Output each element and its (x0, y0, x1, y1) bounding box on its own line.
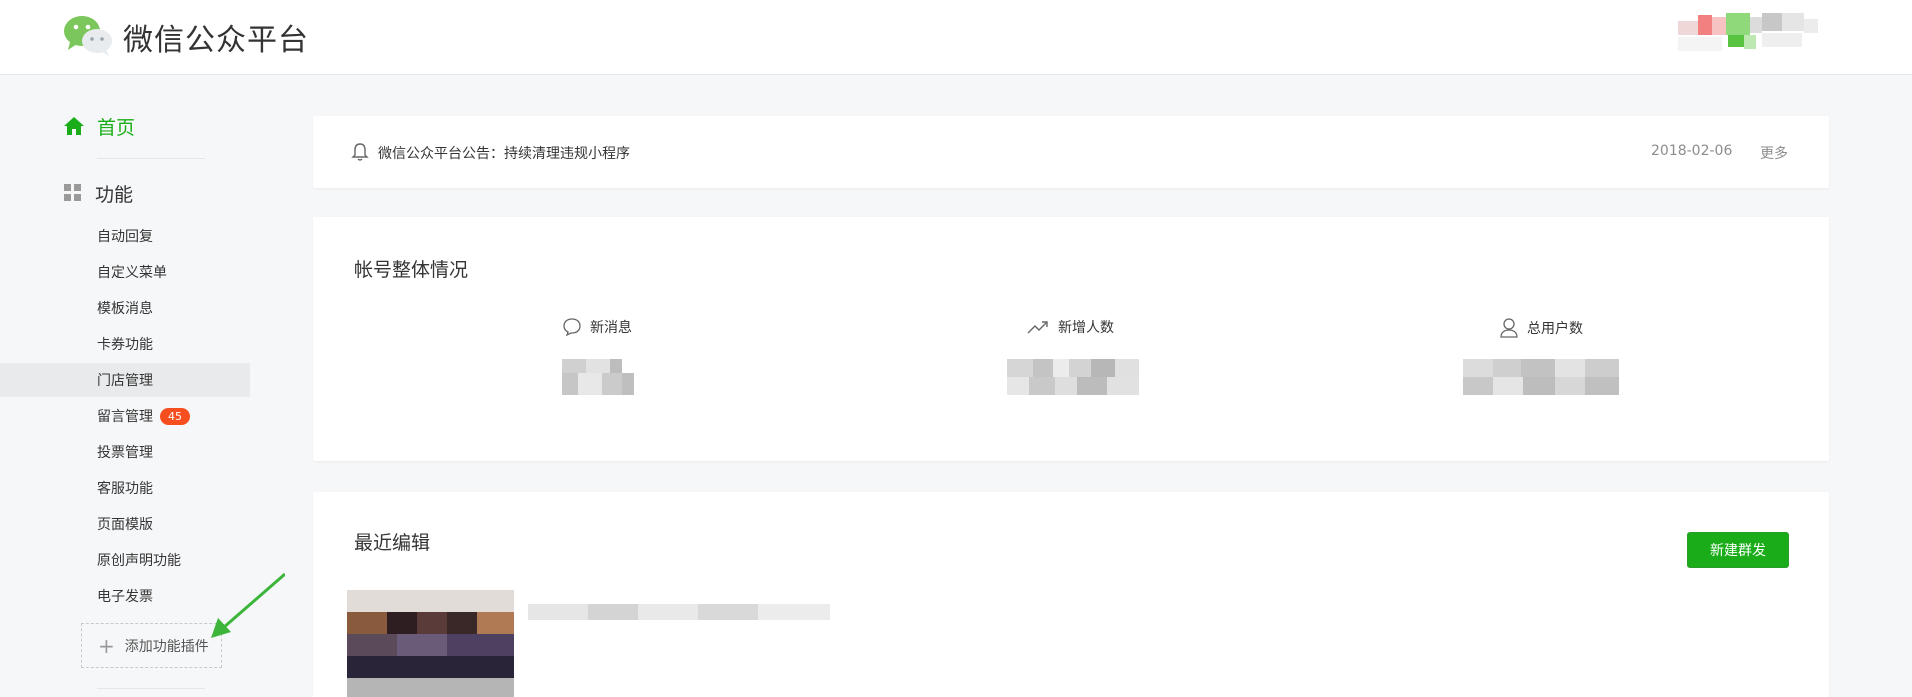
sidebar-item-label: 卡券功能 (97, 337, 153, 353)
user-icon (1500, 318, 1518, 338)
notice-date: 2018-02-06 (1651, 143, 1733, 159)
stat-label: 新增人数 (1058, 320, 1114, 336)
stat-new-followers: 新增人数 (1026, 317, 1114, 337)
stat-label: 新消息 (590, 320, 632, 336)
sidebar-item-vote-management[interactable]: 投票管理 (0, 435, 250, 469)
sidebar-item-label: 电子发票 (97, 589, 153, 605)
account-overview-card: 帐号整体情况 新消息 新增人数 总用户数 (313, 217, 1829, 461)
notice-bar: 微信公众平台公告：持续清理违规小程序 2018-02-06 更多 (313, 116, 1829, 188)
add-plugin-button[interactable]: + 添加功能插件 (81, 623, 222, 668)
sidebar-item-label: 页面模版 (97, 517, 153, 533)
stat-total-users: 总用户数 (1499, 317, 1583, 339)
stat-value-blurred (1463, 359, 1619, 397)
sidebar-item-template-message[interactable]: 模板消息 (0, 291, 250, 325)
grid-icon (64, 184, 81, 201)
annotation-arrow-icon (211, 572, 285, 638)
plus-icon: + (98, 633, 115, 658)
sidebar-item-comment-management[interactable]: 留言管理 45 (0, 399, 250, 433)
article-title-blurred[interactable] (528, 602, 830, 622)
brand-title[interactable]: 微信公众平台 (123, 15, 309, 59)
sidebar-item-auto-reply[interactable]: 自动回复 (0, 219, 250, 253)
sidebar-item-label: 客服功能 (97, 481, 153, 497)
sidebar-item-label: 模板消息 (97, 301, 153, 317)
top-bar: 微信公众平台 (0, 0, 1912, 75)
stat-value-blurred (562, 359, 634, 397)
home-icon (64, 117, 84, 135)
sidebar-item-custom-menu[interactable]: 自定义菜单 (0, 255, 250, 289)
sidebar-item-label: 自动回复 (97, 229, 153, 245)
sidebar-item-label: 自定义菜单 (97, 265, 167, 281)
sidebar-divider (97, 688, 205, 689)
stat-new-messages: 新消息 (562, 317, 632, 337)
sidebar-item-customer-service[interactable]: 客服功能 (0, 471, 250, 505)
sidebar-item-label: 首页 (97, 116, 136, 139)
more-link[interactable]: 更多 (1760, 143, 1788, 163)
account-avatar[interactable] (1678, 11, 1848, 61)
recent-edits-card: 最近编辑 新建群发 (313, 492, 1829, 697)
add-plugin-label: 添加功能插件 (124, 638, 209, 655)
sidebar-item-label: 留言管理 (97, 409, 153, 425)
wechat-logo-icon[interactable] (62, 14, 114, 56)
sidebar-item-label: 原创声明功能 (97, 553, 181, 569)
sidebar-item-label: 投票管理 (97, 445, 153, 461)
unread-badge: 45 (160, 407, 190, 425)
overview-title: 帐号整体情况 (354, 259, 469, 281)
stat-label: 总用户数 (1527, 321, 1583, 337)
notice-link[interactable]: 微信公众平台公告：持续清理违规小程序 (378, 143, 630, 163)
sidebar-item-label: 功能 (95, 183, 134, 206)
stat-value-blurred (1007, 359, 1139, 397)
sidebar-item-store-management[interactable]: 门店管理 (0, 363, 250, 397)
bell-icon (351, 143, 369, 161)
sidebar-item-label: 门店管理 (97, 373, 153, 389)
sidebar-item-page-template[interactable]: 页面模版 (0, 507, 250, 541)
sidebar-item-home[interactable]: 首页 (63, 112, 135, 140)
sidebar-item-card-coupon[interactable]: 卡券功能 (0, 327, 250, 361)
trend-up-icon (1027, 321, 1048, 334)
recent-edits-title: 最近编辑 (354, 532, 431, 554)
sidebar-divider (97, 158, 205, 159)
article-thumbnail[interactable] (347, 590, 514, 697)
sidebar-item-functions[interactable]: 功能 (63, 179, 133, 207)
chat-bubble-icon (563, 318, 581, 337)
new-broadcast-button[interactable]: 新建群发 (1687, 532, 1789, 568)
